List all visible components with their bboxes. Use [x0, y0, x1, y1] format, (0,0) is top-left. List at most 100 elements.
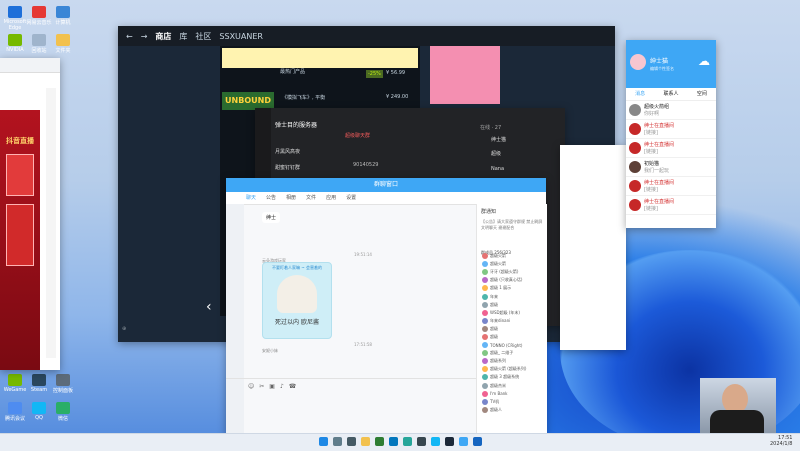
avatar [482, 253, 488, 260]
chat-toolbar[interactable]: ☺✂▣♪☎ [248, 383, 301, 390]
member-item[interactable]: 超级系列 [482, 357, 544, 365]
chat-titlebar[interactable]: 群聊窗口 [226, 178, 546, 192]
conversation-item[interactable]: 绅士在直播间 [链接] [626, 196, 716, 215]
member-item[interactable]: 超级杰米 [482, 382, 544, 390]
control-panel-icon [56, 374, 70, 386]
avatar [629, 161, 641, 173]
member-item[interactable]: 超级火箭 [482, 260, 544, 268]
member-item[interactable]: 超级 [482, 301, 544, 309]
desktop-icon[interactable]: WeGame [2, 374, 28, 393]
app-icon[interactable] [459, 437, 468, 446]
member-item[interactable]: 超级火箭 [482, 252, 544, 260]
app-icon[interactable] [417, 437, 426, 446]
group-member-list[interactable]: 超级火箭 超级火箭 牙牙 (超级火箭) 超级 (只收真心话) 超级 1 展示 年… [482, 252, 544, 414]
game-title[interactable]: 《模拟飞车》, 平衡 [282, 94, 325, 101]
member-item[interactable]: 年来dinani [482, 317, 544, 325]
member-item[interactable]: 年来 [482, 292, 544, 300]
desktop-icon[interactable]: 回收站 [26, 34, 52, 54]
app-icon[interactable] [403, 437, 412, 446]
browser-titlebar[interactable] [0, 58, 60, 73]
browser-sidebar[interactable] [46, 88, 56, 358]
qq-main-tabs[interactable]: 消息 联系人 空间 [626, 88, 716, 101]
member-item[interactable]: WSD超级 (年末) [482, 309, 544, 317]
group-list-sidebar[interactable] [226, 204, 244, 435]
carousel-prev-icon[interactable]: ‹ [206, 299, 220, 325]
member-item[interactable]: 超级 1 展示 [482, 284, 544, 292]
promo-card[interactable] [6, 204, 34, 266]
clock[interactable]: 17:51 2024/1/8 [770, 435, 792, 447]
back-icon[interactable]: ← [126, 32, 133, 41]
member-item[interactable]: TV机 [482, 398, 544, 406]
member-item[interactable]: 超级火箭 (超级系列) [482, 365, 544, 373]
tab-files[interactable]: 文件 [306, 192, 316, 204]
nav-library[interactable]: 库 [179, 31, 187, 42]
clock-date: 2024/1/8 [770, 441, 793, 447]
member-item[interactable]: 超级 (只收真心话) [482, 276, 544, 284]
desktop-icon[interactable]: 微信 [50, 402, 76, 422]
group-item[interactable]: 月黑风高夜 [275, 148, 300, 155]
avatar[interactable] [630, 54, 646, 70]
member-item[interactable]: 绅士猫 [491, 136, 506, 143]
member-item[interactable]: 超级 [482, 333, 544, 341]
avatar [482, 301, 488, 308]
group-item[interactable]: 超级聊天群 [345, 132, 370, 139]
desktop-icon[interactable]: 计算机 [50, 6, 76, 26]
desktop-icon[interactable]: 网易云音乐 [26, 6, 52, 26]
nav-community[interactable]: 社区 [195, 31, 211, 42]
group-item[interactable]: 甜蜜钉钉群 [275, 164, 300, 171]
live-stream-page[interactable]: 抖音直播 [0, 110, 40, 370]
app-icon[interactable] [473, 437, 482, 446]
qq-main-panel[interactable]: 绅士猫 编辑个性签名 ☁ 消息 联系人 空间 超级火箭组 你好啊 绅士在直播间 [链… [626, 40, 716, 228]
member-item[interactable]: I'm Bank [482, 390, 544, 398]
tab-apps[interactable]: 应用 [326, 192, 336, 204]
edge-icon[interactable] [375, 437, 384, 446]
desktop-icon[interactable]: QQ [26, 402, 52, 421]
forward-icon[interactable]: → [141, 32, 148, 41]
member-item[interactable]: 超级 3 超级系统 [482, 373, 544, 381]
tab-messages[interactable]: 消息 [635, 88, 645, 100]
tab-space[interactable]: 空间 [697, 88, 707, 100]
member-item[interactable]: Nana [491, 166, 504, 172]
conversation-item[interactable]: 初始猫 我们一起玩 [626, 158, 716, 177]
qq-icon[interactable] [431, 437, 440, 446]
desktop-icon[interactable]: Microsoft Edge [2, 6, 28, 31]
member-header: 在线 · 27 [480, 125, 502, 131]
tab-album[interactable]: 相册 [286, 192, 296, 204]
promo-card[interactable] [6, 154, 34, 196]
game-art-thumbnail[interactable] [430, 46, 500, 104]
game-capsule[interactable] [222, 48, 418, 68]
steam-icon[interactable] [445, 437, 454, 446]
desktop-icon[interactable]: NVIDIA [2, 34, 28, 53]
conversation-item[interactable]: 绅士在直播间 [链接] [626, 177, 716, 196]
conversation-item[interactable]: 超级火箭组 你好啊 [626, 101, 716, 120]
member-item[interactable]: 牙牙 (超级火箭) [482, 268, 544, 276]
sticker-image[interactable]: 不要盯着人家嘛 ~ 会害羞的 死过以内 欧尼酱 [262, 262, 332, 339]
tab-settings[interactable]: 设置 [346, 192, 356, 204]
store-icon[interactable] [389, 437, 398, 446]
desktop-icon[interactable]: 控制面板 [50, 374, 76, 394]
member-item[interactable]: 超级人 [482, 406, 544, 414]
start-icon[interactable] [319, 437, 328, 446]
member-item[interactable]: 超级 [491, 150, 501, 157]
tab-notice[interactable]: 公告 [266, 192, 276, 204]
avatar [629, 180, 641, 192]
member-item[interactable]: TONNO (CRight) [482, 341, 544, 349]
desktop-icon[interactable]: 文件夹 [50, 34, 76, 54]
task-view-icon[interactable] [347, 437, 356, 446]
member-item[interactable]: 超级_ 二维子 [482, 349, 544, 357]
conversation-item[interactable]: 绅士在直播间 [链接] [626, 120, 716, 139]
member-item[interactable]: 超级 [482, 325, 544, 333]
browser-window[interactable]: 抖音直播 [0, 58, 60, 370]
nav-store[interactable]: 商店 [155, 31, 171, 42]
desktop-icon[interactable]: Steam [26, 374, 52, 393]
conversation-item[interactable]: 绅士在直播间 [链接] [626, 139, 716, 158]
profile-status[interactable]: 编辑个性签名 [650, 66, 674, 72]
desktop-icon[interactable]: 腾讯会议 [2, 402, 28, 422]
nav-user[interactable]: SSXUANER [219, 32, 263, 41]
search-icon[interactable] [333, 437, 342, 446]
tab-chat[interactable]: 聊天 [246, 192, 256, 204]
background-window[interactable] [560, 145, 626, 350]
file-explorer-icon[interactable] [361, 437, 370, 446]
steam-navbar[interactable]: ← → 商店 库 社区 SSXUANER [118, 26, 615, 46]
tab-contacts[interactable]: 联系人 [663, 88, 678, 100]
